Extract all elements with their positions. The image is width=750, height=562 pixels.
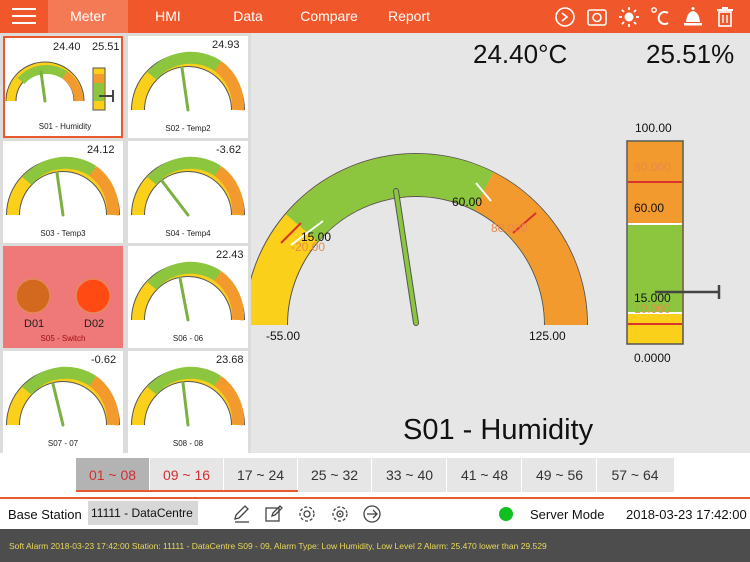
page-17-24[interactable]: 17 ~ 24 [224,458,298,492]
sensor-value: -0.62 [91,354,117,366]
sensor-value: 24.12 [87,144,115,156]
sensor-value: 24.40 [53,41,81,53]
sensor-title: S01 - Humidity [403,414,594,446]
mini-gauge [131,156,245,217]
alarm-bell-icon[interactable] [680,4,706,30]
sensor-card-s01[interactable]: 24.40 25.51 S01 - Humidity [3,36,123,138]
sensor-card-s07[interactable]: -0.62 S07 - 07 [3,351,123,453]
bar-low-alarm-label: 10.000 [634,302,671,316]
gauge-needle [394,189,418,325]
delete-icon[interactable] [712,4,738,30]
tab-data[interactable]: Data [220,0,276,33]
page-25-32[interactable]: 25 ~ 32 [298,458,372,492]
sensor-card-s02[interactable]: 24.93 S02 - Temp2 [128,36,248,138]
page-41-48[interactable]: 41 ~ 48 [448,458,522,492]
sensor-grid: 24.40 25.51 S01 - Humidity 24.93 S02 - T… [0,33,251,453]
celsius-icon[interactable] [648,4,674,30]
switch-indicators [15,278,111,314]
alarm-message: Soft Alarm 2018-03-23 17:42:00 Station: … [9,541,547,551]
sensor-label: S06 - 06 [172,334,204,343]
sensor-value: 22.43 [216,249,244,261]
page-underline [76,490,298,492]
server-mode-label: Server Mode [530,507,605,522]
bar-min-label: 0.0000 [634,351,671,365]
page-57-64[interactable]: 57 ~ 64 [598,458,672,492]
switch-d02-label: D02 [84,318,105,330]
tab-report[interactable]: Report [380,0,438,33]
main-panel: 24.40°C 25.51% -55.00 125.00 15.00 -20.0… [251,33,750,453]
mini-gauge [6,366,120,427]
base-station-select[interactable]: 11111 - DataCentre [88,501,198,525]
sensor-card-s04[interactable]: -3.62 S04 - Temp4 [128,141,248,243]
page-09-16[interactable]: 09 ~ 16 [150,458,224,492]
base-station-label: Base Station [8,507,82,522]
advanced-settings-icon[interactable] [330,504,350,524]
mini-gauge [6,156,120,217]
mini-gauge [131,261,245,322]
sensor-value-secondary: 25.51 [92,41,120,53]
mini-gauge [131,366,245,427]
page-33-40[interactable]: 33 ~ 40 [373,458,447,492]
bar-high-label: 60.00 [634,201,665,215]
page-01-08[interactable]: 01 ~ 08 [76,458,150,492]
sensor-label: S07 - 07 [47,439,79,448]
menu-icon[interactable] [12,8,36,26]
edit-icon[interactable] [232,504,252,524]
sensor-card-s06[interactable]: 22.43 S06 - 06 [128,246,248,348]
gauge-min-label: -55.00 [266,329,301,343]
status-bar: Base Station 11111 - DataCentre Server M… [0,499,750,529]
tab-compare[interactable]: Compare [292,0,366,33]
page-selector: 01 ~ 08 09 ~ 16 17 ~ 24 25 ~ 32 33 ~ 40 … [76,458,674,492]
sensor-label: S02 - Temp2 [165,124,211,133]
settings-gear-icon[interactable] [297,504,317,524]
gauge-low-alarm-label: -20.00 [291,240,326,254]
sensor-label: S03 - Temp3 [40,229,86,238]
mini-gauge [131,51,245,112]
server-time: 2018-03-23 17:42:00 [626,507,747,522]
sensor-label: S04 - Temp4 [165,229,211,238]
sensor-card-s03[interactable]: 24.12 S03 - Temp3 [3,141,123,243]
brightness-icon[interactable] [616,4,642,30]
tab-meter[interactable]: Meter [48,0,128,33]
sensor-label: S08 - 08 [172,439,204,448]
gauge-high-alarm-label: 80.000 [491,221,528,235]
sensor-value: -3.62 [216,144,242,156]
gauge-high-label: 60.00 [452,195,483,209]
switch-d01-label: D01 [24,318,45,330]
logout-icon[interactable] [362,504,382,524]
camera-icon[interactable] [584,4,610,30]
bar-high-alarm-label: 80.000 [634,160,671,174]
edit-note-icon[interactable] [264,504,284,524]
gauge-max-label: 125.00 [529,329,566,343]
sensor-label: S05 - Switch [40,334,86,343]
sensor-card-s08[interactable]: 23.68 S08 - 08 [128,351,248,453]
alarm-bar: Soft Alarm 2018-03-23 17:42:00 Station: … [0,529,750,562]
sensor-value: 23.68 [216,354,244,366]
top-bar: Meter HMI Data Compare Report [0,0,750,33]
sensor-label: S01 - Humidity [38,122,92,131]
sensor-card-s05[interactable]: D01 D02 S05 - Switch [3,246,123,348]
bar-max-label: 100.00 [635,121,672,135]
tab-hmi[interactable]: HMI [138,0,198,33]
server-status-indicator [499,507,513,521]
sensor-value: 24.93 [212,39,240,51]
history-dial-icon[interactable] [552,4,578,30]
page-49-56[interactable]: 49 ~ 56 [523,458,597,492]
